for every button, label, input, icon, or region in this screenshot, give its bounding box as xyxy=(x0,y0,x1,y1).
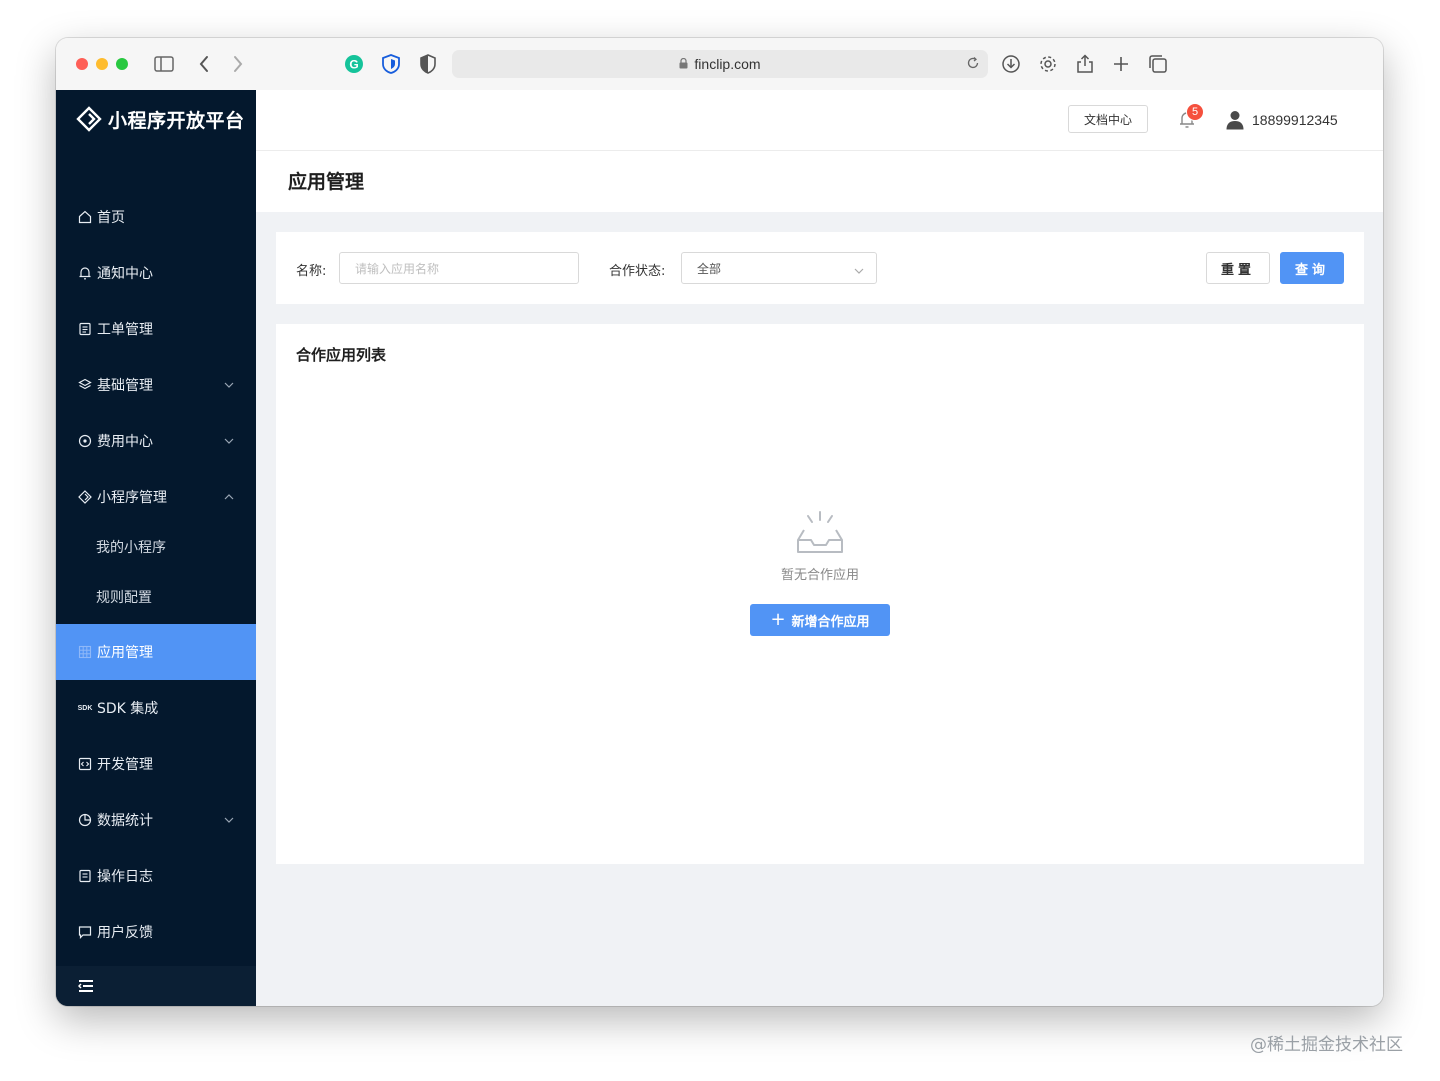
username: 18899912345 xyxy=(1252,112,1338,128)
sidebar-item-label: 通知中心 xyxy=(97,266,153,282)
query-button[interactable]: 查询 xyxy=(1280,252,1344,284)
add-button-label: 新增合作应用 xyxy=(791,614,870,630)
sidebar-item-label: 数据统计 xyxy=(97,813,153,829)
coin-icon xyxy=(77,433,93,449)
chevron-down-icon xyxy=(224,815,234,826)
sidebar-item-miniprogram-management[interactable]: 小程序管理 xyxy=(56,469,256,525)
chevron-down-icon xyxy=(224,380,234,391)
sidebar-item-label: 工单管理 xyxy=(97,322,153,338)
page-title: 应用管理 xyxy=(288,171,365,193)
sidebar-subitem-label: 规则配置 xyxy=(96,590,152,606)
sidebar-item-label: 开发管理 xyxy=(97,757,153,773)
url-text: finclip.com xyxy=(694,56,761,72)
home-icon xyxy=(77,209,93,225)
sidebar-item-billing[interactable]: 费用中心 xyxy=(56,413,256,469)
share-icon[interactable] xyxy=(1073,52,1097,76)
layers-icon xyxy=(77,377,93,393)
close-window-button[interactable] xyxy=(76,58,88,70)
privacy-shield-icon[interactable] xyxy=(416,52,440,76)
plus-icon: + xyxy=(770,609,786,630)
empty-inbox-icon xyxy=(794,510,846,560)
main-content: 文档中心 5 18899912345 应用管理 名称: 请输入应用名称 合作状态… xyxy=(256,90,1383,1006)
reload-icon[interactable] xyxy=(966,56,980,73)
minimize-window-button[interactable] xyxy=(96,58,108,70)
sidebar-item-statistics[interactable]: 数据统计 xyxy=(56,792,256,848)
sidebar-item-label: 用户反馈 xyxy=(97,925,153,941)
settings-gear-icon[interactable] xyxy=(1036,52,1060,76)
chevron-down-icon xyxy=(854,263,864,277)
brand-title: 小程序开放平台 xyxy=(108,109,245,132)
sidebar-subitem-label: 我的小程序 xyxy=(96,540,166,556)
status-filter-select[interactable]: 全部 xyxy=(681,252,877,284)
download-icon[interactable] xyxy=(999,52,1023,76)
name-filter-input[interactable]: 请输入应用名称 xyxy=(339,252,579,284)
user-avatar-icon xyxy=(1226,111,1244,130)
document-icon xyxy=(77,321,93,337)
reset-button[interactable]: 重置 xyxy=(1206,252,1270,284)
bitwarden-extension-icon[interactable] xyxy=(379,52,403,76)
diamond-icon xyxy=(77,489,93,505)
sidebar-item-label: 费用中心 xyxy=(97,434,153,450)
sidebar-item-development[interactable]: 开发管理 xyxy=(56,736,256,792)
status-filter-value: 全部 xyxy=(697,261,722,276)
grammarly-extension-icon[interactable]: G xyxy=(342,52,366,76)
sidebar-footer xyxy=(56,966,256,1006)
sidebar-toggle-icon[interactable] xyxy=(152,52,176,76)
sidebar-subitem-rule-config[interactable]: 规则配置 xyxy=(56,572,256,622)
filter-form: 名称: 请输入应用名称 合作状态: 全部 重置 查询 xyxy=(276,232,1364,304)
chevron-down-icon xyxy=(224,436,234,447)
sidebar-item-app-management[interactable]: 应用管理 xyxy=(56,624,256,680)
new-tab-plus-icon[interactable] xyxy=(1109,52,1133,76)
list-title: 合作应用列表 xyxy=(296,346,387,364)
sidebar-item-label: SDK 集成 xyxy=(97,701,159,717)
sdk-icon: SDK xyxy=(77,704,93,712)
empty-state-text: 暂无合作应用 xyxy=(780,568,859,583)
lock-icon xyxy=(679,56,688,72)
sidebar-item-label: 基础管理 xyxy=(97,378,153,394)
page-header: 应用管理 xyxy=(256,151,1383,212)
svg-text:G: G xyxy=(349,58,358,72)
code-icon xyxy=(77,756,93,772)
brand-logo[interactable]: 小程序开放平台 xyxy=(76,104,245,134)
sidebar-item-tickets[interactable]: 工单管理 xyxy=(56,301,256,357)
sidebar-item-sdk[interactable]: SDK SDK 集成 xyxy=(56,680,256,736)
grid-icon xyxy=(77,644,93,660)
watermark: @稀土掘金技术社区 xyxy=(1250,1035,1403,1055)
browser-toolbar: G finclip.com xyxy=(56,38,1383,91)
brand-diamond-icon xyxy=(76,106,102,132)
tab-overview-icon[interactable] xyxy=(1146,52,1170,76)
add-partner-app-button[interactable]: + 新增合作应用 xyxy=(750,604,890,636)
notification-badge: 5 xyxy=(1186,103,1204,121)
message-icon xyxy=(77,924,93,940)
sidebar: 小程序开放平台 首页 通知中心 工单管理 基础管理 费用中心 小程序管理 我的小… xyxy=(56,90,256,1006)
sidebar-item-notifications[interactable]: 通知中心 xyxy=(56,245,256,301)
sidebar-item-label: 应用管理 xyxy=(97,645,153,661)
zoom-window-button[interactable] xyxy=(116,58,128,70)
name-filter-label: 名称: xyxy=(296,264,327,279)
sidebar-item-home[interactable]: 首页 xyxy=(56,189,256,245)
doc-center-button[interactable]: 文档中心 xyxy=(1068,105,1148,133)
sidebar-item-feedback[interactable]: 用户反馈 xyxy=(56,904,256,960)
sidebar-item-label: 小程序管理 xyxy=(97,490,167,506)
sidebar-item-label: 操作日志 xyxy=(97,869,153,885)
forward-icon[interactable] xyxy=(226,52,250,76)
top-header: 文档中心 5 18899912345 xyxy=(256,90,1383,151)
status-filter-label: 合作状态: xyxy=(609,264,666,279)
sidebar-item-label: 首页 xyxy=(97,210,125,226)
pie-chart-icon xyxy=(77,812,93,828)
back-icon[interactable] xyxy=(192,52,216,76)
chevron-up-icon xyxy=(224,492,234,503)
browser-window: G finclip.com 小程序开放平台 首页 通知中心 工单管理 基础管理 … xyxy=(56,38,1383,1006)
bell-icon xyxy=(77,265,93,281)
partner-app-list-card: 合作应用列表 暂无合作应用 + 新增合作应用 xyxy=(276,324,1364,864)
sidebar-item-basic-management[interactable]: 基础管理 xyxy=(56,357,256,413)
sidebar-item-operation-log[interactable]: 操作日志 xyxy=(56,848,256,904)
log-icon xyxy=(77,868,93,884)
user-menu[interactable]: 18899912345 xyxy=(1226,108,1338,132)
collapse-menu-icon[interactable] xyxy=(77,978,94,998)
address-bar[interactable]: finclip.com xyxy=(452,50,988,78)
sidebar-subitem-my-miniprograms[interactable]: 我的小程序 xyxy=(56,522,256,572)
